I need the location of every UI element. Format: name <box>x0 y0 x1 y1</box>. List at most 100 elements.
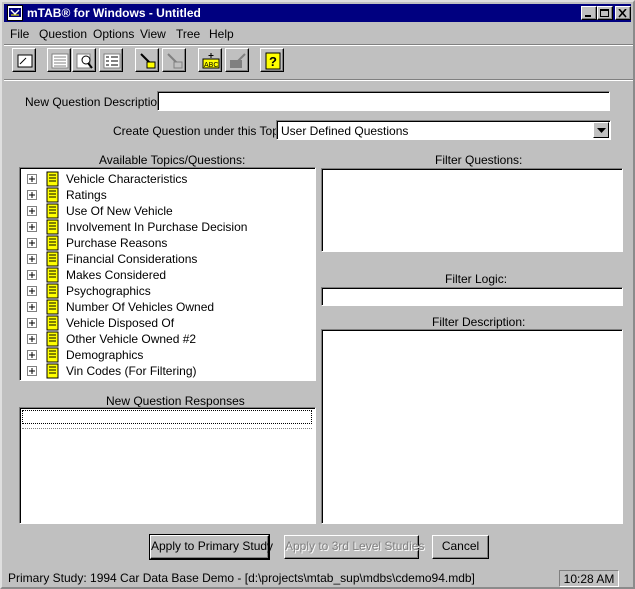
new-document-icon <box>17 54 33 68</box>
expand-plus-icon[interactable] <box>27 350 37 360</box>
question-book-icon <box>46 219 59 235</box>
topic-tree-item[interactable]: Other Vehicle Owned #2 <box>24 331 304 347</box>
expand-plus-icon[interactable] <box>27 206 37 216</box>
topics-label: Available Topics/Questions: <box>99 153 246 167</box>
topic-tree-item-label: Psychographics <box>66 284 151 298</box>
cancel-button[interactable]: Cancel <box>432 535 489 559</box>
find-button[interactable] <box>72 48 96 72</box>
help-icon: ? <box>265 52 281 70</box>
main-window: mTAB® for Windows - Untitled File Questi… <box>0 0 635 589</box>
question-book-icon <box>46 187 59 203</box>
highlight-button[interactable] <box>135 48 159 72</box>
expand-plus-icon[interactable] <box>27 302 37 312</box>
menu-view[interactable]: View <box>140 27 166 41</box>
responses-label: New Question Responses <box>106 394 245 408</box>
question-book-icon <box>46 315 59 331</box>
filter-logic-input[interactable] <box>321 287 623 306</box>
export-button[interactable] <box>225 48 249 72</box>
topic-tree-item[interactable]: Financial Considerations <box>24 251 304 267</box>
topic-label: Create Question under this Topic: <box>113 124 291 138</box>
topic-tree-item[interactable]: Demographics <box>24 347 304 363</box>
expand-plus-icon[interactable] <box>27 366 37 376</box>
topic-tree-item[interactable]: Purchase Reasons <box>24 235 304 251</box>
question-book-icon <box>46 299 59 315</box>
filter-description-label: Filter Description: <box>432 315 526 329</box>
question-book-icon <box>46 363 59 379</box>
apply-primary-button[interactable]: Apply to Primary Study <box>149 534 273 560</box>
topic-tree-item-label: Involvement In Purchase Decision <box>66 220 248 234</box>
question-book-icon <box>46 347 59 363</box>
topic-tree-item[interactable]: Vin Codes (For Filtering) <box>24 363 304 379</box>
topic-tree-item-label: Number Of Vehicles Owned <box>66 300 215 314</box>
menu-bar: File Question Options View Tree Help <box>4 24 631 44</box>
topic-tree-item-label: Purchase Reasons <box>66 236 168 250</box>
filter-description-box[interactable] <box>321 329 623 524</box>
responses-edit-row[interactable] <box>22 410 312 424</box>
topic-tree-item[interactable]: Vehicle Characteristics <box>24 171 304 187</box>
topic-tree-item-label: Other Vehicle Owned #2 <box>66 332 197 346</box>
topic-tree-item[interactable]: Makes Considered <box>24 267 304 283</box>
description-input[interactable] <box>157 91 610 111</box>
toolbar-bottom-divider <box>4 79 633 81</box>
list-view-button[interactable] <box>99 48 123 72</box>
abc-edit-icon: ABC <box>202 53 220 69</box>
expand-plus-icon[interactable] <box>27 334 37 344</box>
topic-select[interactable]: User Defined Questions <box>276 120 611 140</box>
toolbar-divider <box>4 44 633 46</box>
expand-plus-icon[interactable] <box>27 174 37 184</box>
expand-plus-icon[interactable] <box>27 190 37 200</box>
description-label: New Question Description: <box>25 95 168 109</box>
help-button[interactable]: ? <box>260 48 284 72</box>
topic-tree-item[interactable]: Use Of New Vehicle <box>24 203 304 219</box>
svg-text:ABC: ABC <box>204 62 218 69</box>
responses-list[interactable] <box>19 407 316 524</box>
highlight-disabled-button[interactable] <box>162 48 186 72</box>
topic-tree-item[interactable]: Number Of Vehicles Owned <box>24 299 304 315</box>
status-bar: Primary Study: 1994 Car Data Base Demo -… <box>4 568 633 588</box>
highlight-disabled-icon <box>167 53 183 69</box>
maximize-button[interactable] <box>597 6 613 20</box>
expand-plus-icon[interactable] <box>27 318 37 328</box>
responses-divider <box>22 428 312 429</box>
topic-tree-item-label: Makes Considered <box>66 268 167 282</box>
menu-help[interactable]: Help <box>209 27 234 41</box>
minimize-button[interactable] <box>581 6 597 20</box>
expand-plus-icon[interactable] <box>27 270 37 280</box>
topic-tree-item-label: Vehicle Characteristics <box>66 172 188 186</box>
topic-tree-item-label: Vehicle Disposed Of <box>66 316 175 330</box>
filter-questions-box[interactable] <box>321 168 623 252</box>
question-book-icon <box>46 267 59 283</box>
topics-tree[interactable]: Vehicle Characteristics Ratings Use Of New… <box>19 167 316 381</box>
menu-question[interactable]: Question <box>39 27 87 41</box>
topic-tree-item[interactable]: Ratings <box>24 187 304 203</box>
question-book-icon <box>46 203 59 219</box>
list-view-icon <box>103 53 121 69</box>
table-list-button[interactable] <box>47 48 71 72</box>
topic-dropdown-button[interactable] <box>593 122 609 138</box>
close-button[interactable] <box>615 6 631 20</box>
menu-file[interactable]: File <box>10 27 29 41</box>
expand-plus-icon[interactable] <box>27 222 37 232</box>
window-title: mTAB® for Windows - Untitled <box>27 6 201 20</box>
menu-options[interactable]: Options <box>93 27 134 41</box>
expand-plus-icon[interactable] <box>27 238 37 248</box>
find-icon <box>76 53 93 69</box>
abc-edit-button[interactable]: ABC <box>198 48 222 72</box>
app-icon[interactable] <box>7 5 23 21</box>
expand-plus-icon[interactable] <box>27 286 37 296</box>
table-list-icon <box>51 53 69 69</box>
new-document-button[interactable] <box>12 48 36 72</box>
question-book-icon <box>46 171 59 187</box>
topic-tree-item[interactable]: Vehicle Disposed Of <box>24 315 304 331</box>
chevron-down-icon <box>597 128 606 133</box>
expand-plus-icon[interactable] <box>27 254 37 264</box>
topic-tree-item-label: Use Of New Vehicle <box>66 204 173 218</box>
menu-tree[interactable]: Tree <box>176 27 200 41</box>
export-icon <box>230 53 246 68</box>
filter-questions-label: Filter Questions: <box>435 153 523 167</box>
question-book-icon <box>46 251 59 267</box>
apply-third-level-button[interactable]: Apply to 3rd Level Studies <box>284 535 424 559</box>
question-book-icon <box>46 235 59 251</box>
topic-tree-item[interactable]: Involvement In Purchase Decision <box>24 219 304 235</box>
topic-tree-item[interactable]: Psychographics <box>24 283 304 299</box>
